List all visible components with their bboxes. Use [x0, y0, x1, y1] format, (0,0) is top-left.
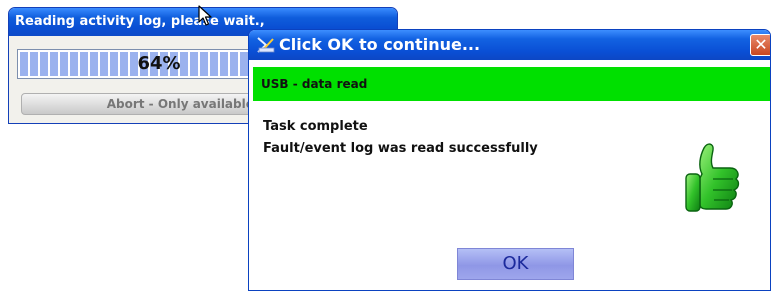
- progress-dialog-title: Reading activity log, please wait.: [15, 14, 260, 29]
- complete-dialog: Click OK to continue... ✕ USB - data rea…: [248, 29, 771, 291]
- close-button[interactable]: ✕: [750, 34, 770, 56]
- close-icon: ✕: [754, 35, 768, 54]
- ok-button[interactable]: OK: [457, 248, 574, 280]
- progress-dialog-title-tail: ,: [259, 14, 265, 29]
- message-log-read: Fault/event log was read successfully: [263, 141, 538, 156]
- message-task-complete: Task complete: [263, 119, 368, 134]
- app-icon: [257, 37, 275, 53]
- complete-dialog-titlebar[interactable]: Click OK to continue... ✕: [249, 30, 770, 60]
- thumbs-up-icon: [685, 143, 740, 212]
- complete-dialog-title: Click OK to continue...: [279, 35, 481, 54]
- mouse-cursor-icon: [198, 5, 212, 26]
- status-banner: USB - data read: [253, 67, 770, 101]
